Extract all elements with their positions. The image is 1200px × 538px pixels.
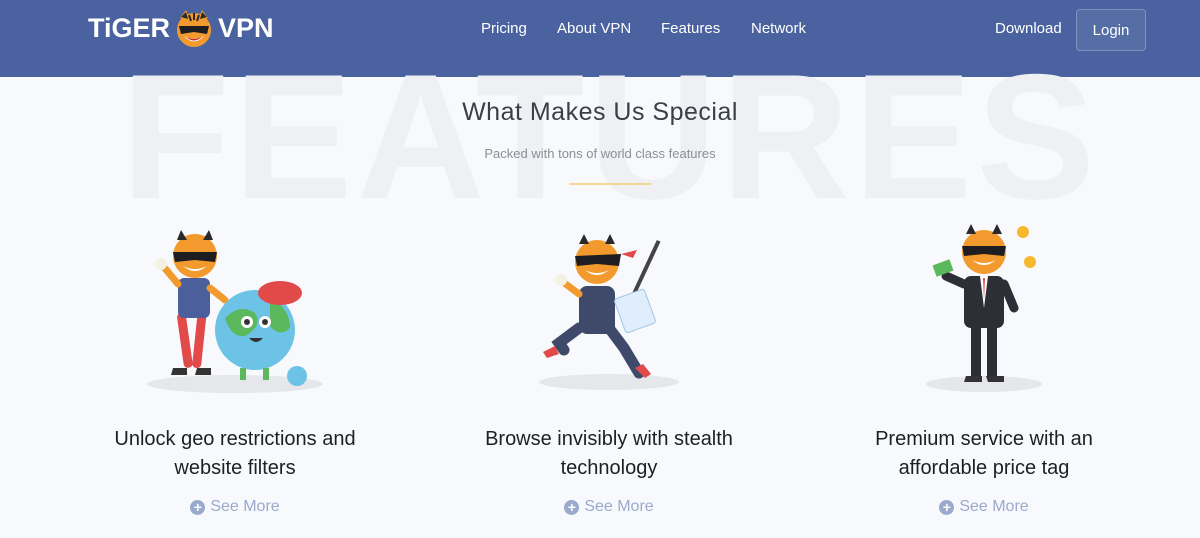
nav-link-about-vpn[interactable]: About VPN [557, 20, 631, 37]
plus-circle-icon: + [564, 499, 580, 515]
ninja-tiger-illustration [539, 234, 679, 390]
feature-text-line: technology [560, 457, 658, 479]
feature-text-stealth: Browse invisibly with stealth technology [459, 425, 759, 483]
login-button[interactable]: Login [1076, 9, 1146, 51]
see-more-label: See More [959, 498, 1029, 515]
feature-text-geo: Unlock geo restrictions and website filt… [85, 425, 385, 483]
see-more-link-stealth[interactable]: + See More [459, 498, 759, 516]
businessman-tiger-illustration [926, 224, 1042, 392]
feature-text-line: Browse invisibly with stealth [485, 428, 733, 450]
nav-link-features[interactable]: Features [661, 20, 720, 37]
feature-text-line: Unlock geo restrictions and [114, 428, 356, 450]
feature-text-line: website filters [174, 457, 296, 479]
feature-text-line: Premium service with an [875, 428, 1093, 450]
section-title: What Makes Us Special [462, 98, 738, 126]
feature-text-line: affordable price tag [898, 457, 1070, 479]
nav-link-download[interactable]: Download [995, 20, 1062, 37]
tiger-with-globe-illustration [147, 230, 323, 393]
see-more-link-price[interactable]: + See More [834, 498, 1134, 516]
brand-logo[interactable]: TiGER VPN [88, 6, 278, 50]
section-watermark: FEATURES [120, 62, 1100, 212]
nav-link-pricing[interactable]: Pricing [481, 20, 527, 37]
tiger-mascot-icon [177, 10, 212, 47]
brand-name-left: TiGER [88, 12, 171, 43]
brand-name-right: VPN [218, 12, 274, 43]
see-more-label: See More [210, 498, 280, 515]
feature-text-price: Premium service with an affordable price… [834, 425, 1134, 483]
see-more-label: See More [584, 498, 654, 515]
section-subtitle: Packed with tons of world class features [484, 146, 716, 161]
title-divider [569, 183, 651, 185]
plus-circle-icon: + [939, 499, 955, 515]
see-more-link-geo[interactable]: + See More [85, 498, 385, 516]
plus-circle-icon: + [190, 499, 206, 515]
nav-link-network[interactable]: Network [751, 20, 806, 37]
